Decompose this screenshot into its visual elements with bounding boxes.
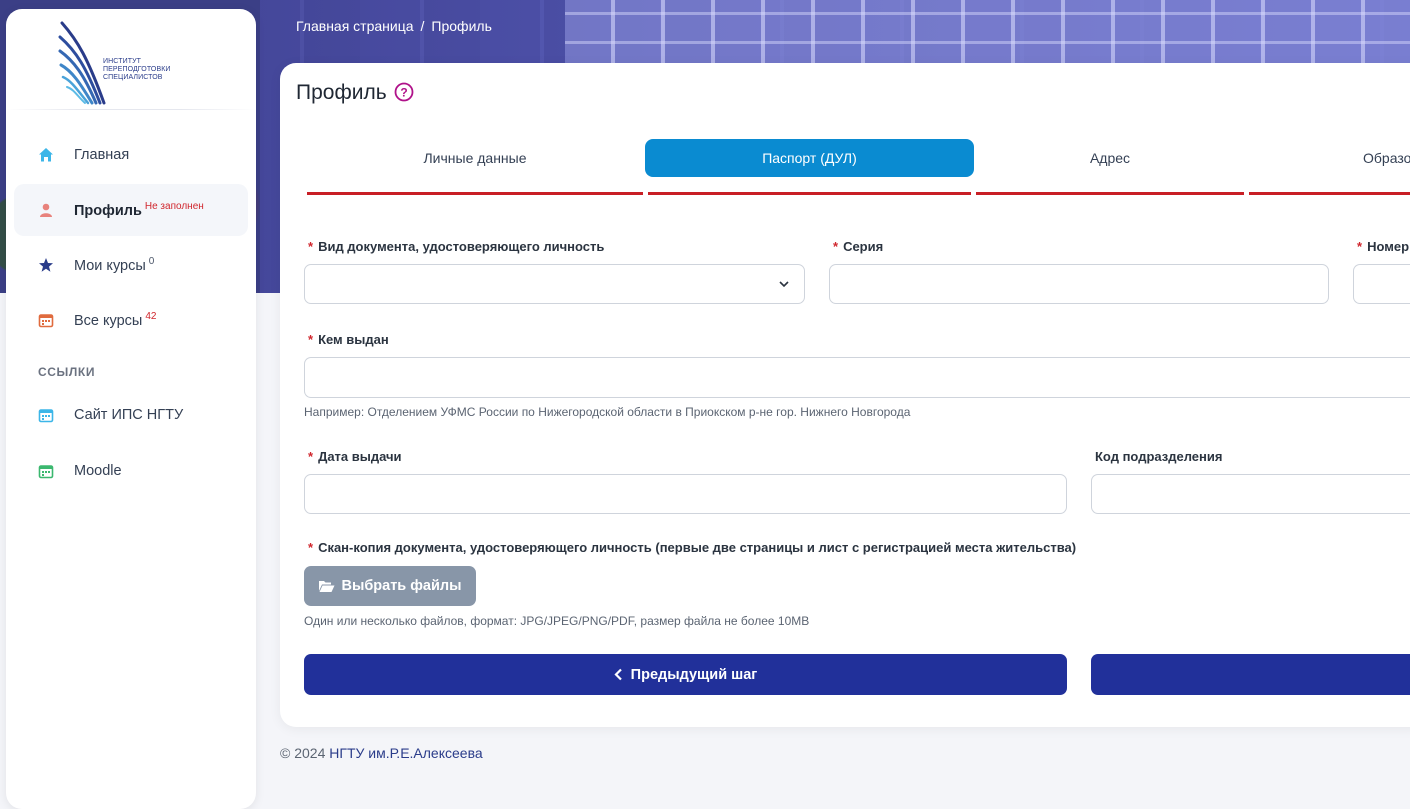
footer-copyright: © 2024 bbox=[280, 745, 326, 761]
required-mark: * bbox=[308, 332, 314, 347]
series-label-text: Серия bbox=[843, 239, 884, 254]
star-icon bbox=[38, 257, 54, 273]
my-courses-label: Мои курсы bbox=[74, 257, 146, 274]
doc-type-label: * Вид документа, удостоверяющего личность bbox=[308, 239, 604, 254]
page-title: Профиль bbox=[296, 81, 387, 104]
sidebar-item-label: Все курсы 42 bbox=[74, 311, 156, 329]
sidebar-link-ips-site[interactable]: Сайт ИПС НГТУ bbox=[14, 389, 248, 441]
series-input[interactable] bbox=[829, 264, 1329, 304]
required-mark: * bbox=[1357, 239, 1363, 254]
sidebar-item-my-courses[interactable]: Мои курсы 0 bbox=[14, 239, 248, 291]
doc-type-select[interactable] bbox=[304, 264, 805, 304]
division-code-label: Код подразделения bbox=[1095, 449, 1223, 464]
file-hint: Один или несколько файлов, формат: JPG/J… bbox=[304, 614, 810, 628]
sidebar-link-label: Сайт ИПС НГТУ bbox=[74, 407, 184, 423]
calendar-icon bbox=[38, 312, 54, 328]
breadcrumb-separator: / bbox=[420, 18, 425, 34]
tab-address[interactable]: Адрес bbox=[977, 139, 1243, 177]
section-title-links: ССЫЛКИ bbox=[38, 365, 96, 379]
choose-files-label: Выбрать файлы bbox=[341, 578, 462, 594]
sidebar-link-label: Moodle bbox=[74, 463, 122, 479]
issued-by-label-text: Кем выдан bbox=[318, 332, 389, 347]
breadcrumb-current: Профиль bbox=[431, 18, 492, 34]
status-badge: Не заполнен bbox=[144, 201, 204, 213]
number-input[interactable] bbox=[1353, 264, 1410, 304]
footer-org-link[interactable]: НГТУ им.Р.Е.Алексеева bbox=[329, 745, 482, 761]
required-mark: * bbox=[308, 540, 314, 555]
sidebar-item-label: Профиль Не заполнен bbox=[74, 201, 204, 219]
logo-line-1: ИНСТИТУТ bbox=[103, 58, 142, 65]
sidebar-item-all-courses[interactable]: Все курсы 42 bbox=[14, 294, 248, 346]
logo-line-3: СПЕЦИАЛИСТОВ bbox=[103, 74, 163, 81]
issued-by-hint: Например: Отделением УФМС России по Ниже… bbox=[304, 405, 911, 419]
logo[interactable]: ИНСТИТУТ ПЕРЕПОДГОТОВКИ СПЕЦИАЛИСТОВ bbox=[58, 19, 198, 109]
sidebar-item-label: Мои курсы 0 bbox=[74, 256, 154, 274]
tab-personal-data[interactable]: Личные данные bbox=[307, 139, 643, 177]
sidebar: ИНСТИТУТ ПЕРЕПОДГОТОВКИ СПЕЦИАЛИСТОВ Гла… bbox=[6, 9, 256, 809]
scan-label: * Скан-копия документа, удостоверяющего л… bbox=[308, 540, 1076, 555]
required-mark: * bbox=[308, 449, 314, 464]
series-label: * Серия bbox=[833, 239, 883, 254]
tab-underline bbox=[648, 192, 971, 195]
profile-label: Профиль bbox=[74, 202, 142, 219]
sidebar-item-label: Главная bbox=[74, 147, 130, 163]
number-label: * Номер bbox=[1357, 239, 1409, 254]
next-step-button[interactable]: С bbox=[1091, 654, 1410, 695]
svg-text:?: ? bbox=[400, 86, 407, 100]
calendar-icon bbox=[38, 463, 54, 479]
sidebar-link-moodle[interactable]: Moodle bbox=[14, 445, 248, 497]
logo-text: ИНСТИТУТ ПЕРЕПОДГОТОВКИ СПЕЦИАЛИСТОВ bbox=[103, 58, 183, 82]
issued-by-label: * Кем выдан bbox=[308, 332, 389, 347]
choose-files-button[interactable]: Выбрать файлы bbox=[304, 566, 476, 606]
count-badge: 0 bbox=[148, 256, 155, 268]
logo-line-2: ПЕРЕПОДГОТОВКИ bbox=[103, 66, 171, 73]
sidebar-item-home[interactable]: Главная bbox=[14, 129, 248, 181]
tab-underline bbox=[976, 192, 1244, 195]
breadcrumb: Главная страница / Профиль bbox=[296, 18, 492, 34]
doc-type-label-text: Вид документа, удостоверяющего личность bbox=[318, 239, 605, 254]
issue-date-input[interactable] bbox=[304, 474, 1067, 514]
issue-date-label-text: Дата выдачи bbox=[318, 449, 402, 464]
required-mark: * bbox=[308, 239, 314, 254]
profile-card: Профиль ? Личные данные Паспорт (ДУЛ) Ад… bbox=[280, 63, 1410, 727]
calendar-icon bbox=[38, 407, 54, 423]
issued-by-input[interactable] bbox=[304, 357, 1410, 398]
sidebar-item-profile[interactable]: Профиль Не заполнен bbox=[14, 184, 248, 236]
sidebar-divider bbox=[6, 109, 256, 110]
required-mark: * bbox=[833, 239, 839, 254]
tab-education[interactable]: Образо bbox=[1250, 139, 1410, 177]
count-badge: 42 bbox=[145, 311, 157, 323]
previous-step-button[interactable]: Предыдущий шаг bbox=[304, 654, 1067, 695]
tab-underline bbox=[1249, 192, 1410, 195]
help-icon[interactable]: ? bbox=[394, 82, 414, 102]
chevron-down-icon bbox=[779, 281, 789, 288]
tab-underline bbox=[307, 192, 643, 195]
division-code-input[interactable] bbox=[1091, 474, 1410, 514]
user-icon bbox=[38, 202, 54, 218]
number-label-text: Номер bbox=[1367, 239, 1410, 254]
breadcrumb-home[interactable]: Главная страница bbox=[296, 18, 414, 34]
issue-date-label: * Дата выдачи bbox=[308, 449, 402, 464]
tab-passport[interactable]: Паспорт (ДУЛ) bbox=[645, 139, 974, 177]
previous-step-label: Предыдущий шаг bbox=[630, 666, 758, 683]
footer: © 2024 НГТУ им.Р.Е.Алексеева bbox=[280, 745, 483, 761]
home-icon bbox=[38, 147, 54, 163]
scan-label-text: Скан-копия документа, удостоверяющего ли… bbox=[318, 540, 1077, 555]
all-courses-label: Все курсы bbox=[74, 312, 143, 329]
folder-open-icon bbox=[319, 581, 335, 592]
hero-building bbox=[565, 0, 1410, 70]
chevron-left-icon bbox=[614, 668, 622, 681]
